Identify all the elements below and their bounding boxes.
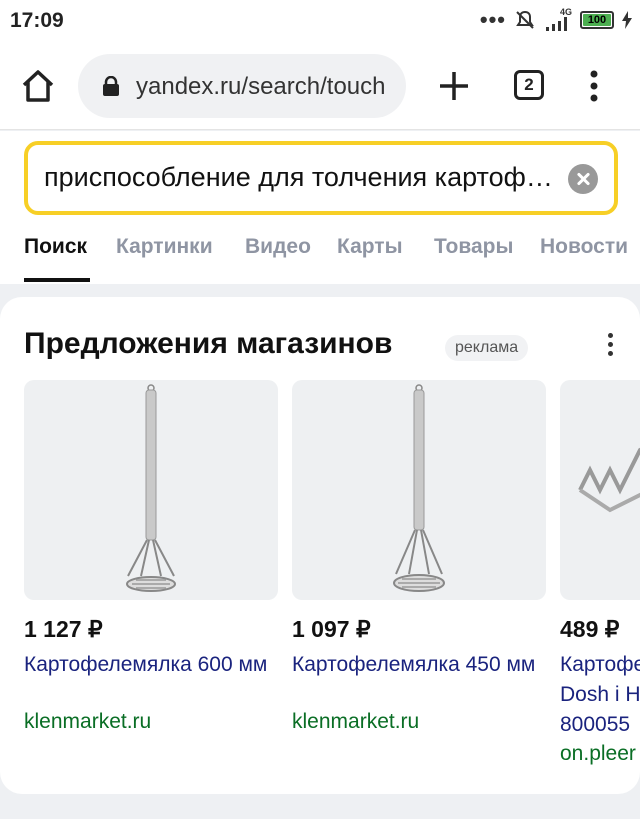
product-shop[interactable]: klenmarket.ru — [24, 710, 151, 734]
product-card[interactable]: 1 097 ₽ Картофелемялка 450 мм klenmarket… — [292, 380, 546, 733]
tab-video[interactable]: Видео — [245, 235, 311, 259]
more-notifications-icon: ••• — [479, 6, 506, 32]
address-bar[interactable]: yandex.ru/search/touch — [78, 54, 406, 118]
clear-search-icon[interactable] — [568, 164, 598, 194]
product-image[interactable] — [560, 380, 640, 600]
active-tab-indicator — [24, 278, 90, 282]
product-image[interactable] — [24, 380, 278, 600]
tab-news[interactable]: Новости — [540, 235, 628, 259]
tab-search[interactable]: Поиск — [24, 235, 87, 259]
browser-toolbar: yandex.ru/search/touch 2 — [0, 40, 640, 130]
product-image[interactable] — [292, 380, 546, 600]
overflow-menu-icon[interactable] — [584, 66, 604, 106]
card-title: Предложения магазинов — [24, 327, 393, 360]
charging-icon — [622, 10, 632, 29]
status-bar: 17:09 ••• 4G 100 — [0, 0, 640, 40]
product-card[interactable]: 1 127 ₽ Картофелемялка 600 мм klenmarket… — [24, 380, 278, 733]
search-header: приспособление для толчения картофеля По… — [0, 131, 640, 284]
search-input[interactable]: приспособление для толчения картофеля — [24, 141, 618, 215]
home-icon[interactable] — [18, 66, 58, 106]
tab-images[interactable]: Картинки — [116, 235, 213, 259]
network-type: 4G — [559, 7, 572, 17]
product-title[interactable]: Картофелемялка 450 мм — [292, 650, 542, 680]
signal-group: 4G — [544, 8, 572, 31]
product-card[interactable]: 489 ₽ Картофе Dosh i H 800055 on.pleer — [560, 380, 640, 765]
product-price: 489 ₽ — [560, 616, 620, 642]
product-price: 1 127 ₽ — [24, 616, 103, 642]
lock-icon — [103, 76, 119, 96]
battery-level: 100 — [587, 13, 607, 26]
battery-icon: 100 — [580, 10, 614, 29]
product-price: 1 097 ₽ — [292, 616, 371, 642]
shop-offers-card: Предложения магазинов реклама 1 127 ₽ Ка… — [0, 297, 640, 794]
new-tab-icon[interactable] — [436, 68, 472, 104]
product-shop[interactable]: on.pleer — [560, 742, 636, 766]
tab-switcher-button[interactable]: 2 — [514, 70, 544, 100]
product-title[interactable]: Картофелемялка 600 мм — [24, 650, 274, 680]
search-query[interactable]: приспособление для толчения картофеля — [44, 162, 554, 193]
tab-maps[interactable]: Карты — [337, 235, 403, 259]
silent-alarm-icon — [516, 10, 534, 29]
search-tabs: Поиск Картинки Видео Карты Товары Новост… — [0, 231, 640, 284]
tab-products[interactable]: Товары — [434, 235, 513, 259]
product-shop[interactable]: klenmarket.ru — [292, 710, 419, 734]
ad-badge: реклама — [445, 335, 529, 361]
card-menu-icon[interactable] — [602, 333, 618, 361]
url-text: yandex.ru/search/touch — [136, 73, 386, 100]
status-time: 17:09 — [10, 9, 64, 32]
status-icons: ••• 4G 100 — [480, 8, 632, 31]
signal-icon — [546, 17, 567, 31]
product-title[interactable]: Картофе Dosh i H 800055 — [560, 650, 640, 740]
